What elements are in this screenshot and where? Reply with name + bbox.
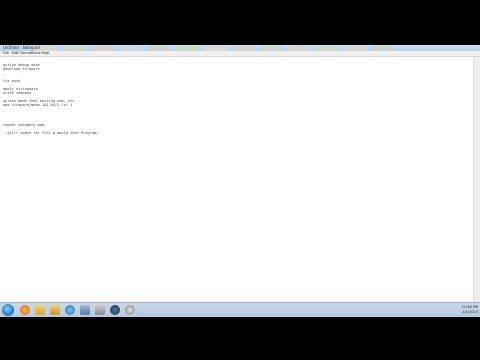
app-icon[interactable] bbox=[125, 305, 135, 315]
screen: Untitled - Notepad File Edit Format View… bbox=[0, 45, 480, 316]
menu-file[interactable]: File bbox=[3, 51, 9, 56]
editor-line: - grill space for fill & mould then Prog… bbox=[3, 131, 99, 135]
menu-help[interactable]: Help bbox=[41, 51, 49, 56]
app-icon[interactable] bbox=[95, 305, 105, 315]
taskbar: 11:48 PM 1/1/2013 bbox=[0, 302, 480, 317]
editor-line: repeat category mod bbox=[3, 123, 45, 127]
clock-date: 1/1/2013 bbox=[462, 310, 478, 314]
editor-line: Download Firmware bbox=[3, 67, 40, 71]
app-icon[interactable] bbox=[80, 305, 90, 315]
menu-edit[interactable]: Edit bbox=[12, 51, 19, 56]
vertical-scrollbar[interactable] bbox=[473, 57, 480, 309]
start-button[interactable] bbox=[2, 304, 14, 316]
menu-view[interactable]: View bbox=[32, 51, 40, 56]
editor-line: add firmware/mode +A1.64/2 /vl 1 bbox=[3, 103, 73, 107]
editor-line: write command bbox=[3, 91, 32, 95]
editor-line: fix push bbox=[3, 79, 21, 83]
text-editor[interactable]: active debug mode Download Firmware fix … bbox=[0, 57, 474, 309]
browser-icon[interactable] bbox=[20, 305, 30, 315]
explorer-icon[interactable] bbox=[35, 305, 45, 315]
folder-icon[interactable] bbox=[50, 305, 60, 315]
media-player-icon[interactable] bbox=[65, 305, 75, 315]
steam-icon[interactable] bbox=[110, 305, 120, 315]
menu-format[interactable]: Format bbox=[20, 51, 32, 56]
system-clock[interactable]: 11:48 PM 1/1/2013 bbox=[462, 305, 478, 315]
